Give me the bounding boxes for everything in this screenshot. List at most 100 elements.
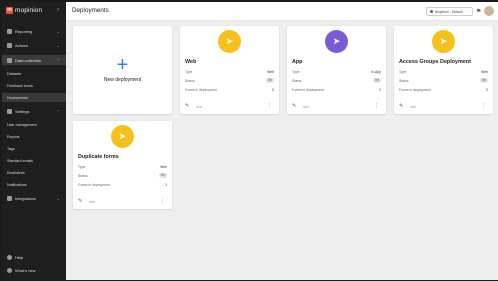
sidebar-item-settings[interactable]: Settings ⌃ bbox=[2, 106, 66, 116]
plus-icon: + bbox=[116, 54, 129, 76]
sidebar-sub-user-management[interactable]: User management bbox=[2, 120, 66, 129]
type-value: In-App bbox=[371, 70, 381, 74]
deployment-name: Web bbox=[185, 59, 197, 65]
rocket-icon: ➤ bbox=[325, 30, 348, 53]
page-title: Deployments bbox=[72, 7, 109, 14]
sidebar-item-label: Help bbox=[15, 254, 24, 260]
code-icon[interactable]: </> bbox=[196, 104, 202, 109]
rocket-icon: ➤ bbox=[432, 30, 455, 53]
sidebar-item-label: What's new bbox=[15, 267, 36, 273]
help-icon bbox=[7, 254, 12, 260]
status-label: Status bbox=[185, 79, 195, 83]
deployment-card[interactable]: ➤ Web Type Web Status On Forms in deployme… bbox=[180, 26, 279, 114]
rocket-icon: ➤ bbox=[111, 125, 134, 148]
sidebar-item-label: Data collection bbox=[15, 57, 42, 63]
bell-icon[interactable]: ⚑ bbox=[476, 8, 481, 15]
type-value: Web bbox=[481, 70, 488, 74]
plug-icon bbox=[7, 195, 12, 201]
status-badge: On bbox=[372, 78, 381, 83]
gear-icon bbox=[7, 108, 12, 114]
chevron-down-icon: ⌄ bbox=[56, 42, 60, 48]
sidebar-item-whats-new[interactable]: What's new bbox=[2, 265, 66, 275]
sidebar-item-help[interactable]: Help bbox=[2, 252, 66, 262]
account-selector[interactable]: Mopinion - Default bbox=[426, 7, 473, 16]
type-value: Web bbox=[160, 165, 167, 169]
account-label: Mopinion - Default bbox=[435, 9, 463, 14]
type-label: Type bbox=[292, 70, 300, 74]
logo-text: mopinion bbox=[15, 7, 43, 14]
sidebar-sub-datasets[interactable]: Datasets bbox=[2, 69, 66, 78]
account-icon bbox=[430, 10, 433, 13]
app-window: m mopinion ‹ Reporting ⌄ Actions ⌄ Data … bbox=[0, 0, 498, 281]
sidebar-sub-email-alerts[interactable]: Emailalerts bbox=[2, 168, 66, 177]
more-vertical-icon[interactable]: ⋮ bbox=[481, 103, 486, 109]
sidebar-item-integrations[interactable]: Integrations ⌄ bbox=[2, 193, 66, 203]
type-label: Type bbox=[399, 70, 407, 74]
chevron-up-icon: ⌃ bbox=[56, 57, 60, 63]
chart-icon bbox=[7, 28, 12, 34]
forms-count: 0 bbox=[272, 88, 274, 92]
code-icon[interactable]: </> bbox=[89, 199, 95, 204]
data-icon bbox=[7, 57, 12, 63]
chevron-left-icon[interactable]: ‹ bbox=[57, 7, 59, 13]
chevron-up-icon: ⌃ bbox=[56, 108, 60, 114]
forms-label: Forms in deployment bbox=[399, 88, 431, 92]
chevron-down-icon: ⌄ bbox=[56, 28, 60, 34]
megaphone-icon bbox=[7, 267, 12, 273]
type-label: Type bbox=[185, 70, 193, 74]
pencil-icon[interactable]: ✎ bbox=[78, 198, 82, 204]
status-badge: On bbox=[479, 78, 488, 83]
forms-label: Forms in deployment bbox=[185, 88, 217, 92]
pencil-icon[interactable]: ✎ bbox=[185, 103, 189, 109]
sidebar-sub-tags[interactable]: Tags bbox=[2, 144, 66, 153]
forms-label: Forms in deployment bbox=[292, 88, 324, 92]
forms-count: 1 bbox=[165, 183, 167, 187]
rocket-icon: ➤ bbox=[218, 30, 241, 53]
more-vertical-icon[interactable]: ⋮ bbox=[374, 103, 379, 109]
forms-count: 2 bbox=[379, 88, 381, 92]
code-icon[interactable]: </> bbox=[303, 104, 309, 109]
code-icon[interactable]: </> bbox=[410, 104, 416, 109]
deployment-card[interactable]: ➤ App Type In-App Status On Forms in deplo… bbox=[287, 26, 386, 114]
sidebar-sub-standard-emails[interactable]: Standard emails bbox=[2, 156, 66, 165]
more-vertical-icon[interactable]: ⋮ bbox=[267, 103, 272, 109]
more-vertical-icon[interactable]: ⋮ bbox=[160, 198, 165, 204]
pencil-icon[interactable]: ✎ bbox=[292, 103, 296, 109]
deployment-card[interactable]: ➤ Duplicate forms Type Web Status On Forms… bbox=[73, 121, 172, 209]
sidebar-item-label: Settings bbox=[15, 108, 30, 114]
sidebar-sub-reports[interactable]: Reports bbox=[2, 132, 66, 141]
avatar[interactable] bbox=[484, 6, 494, 16]
type-value: Web bbox=[267, 70, 274, 74]
sidebar: m mopinion ‹ Reporting ⌄ Actions ⌄ Data … bbox=[2, 2, 66, 280]
top-bar: Deployments Mopinion - Default ⚑ bbox=[66, 2, 498, 21]
status-label: Status bbox=[292, 79, 302, 83]
deployment-card[interactable]: ➤ Access Groups Deployment Type Web Statu… bbox=[394, 26, 493, 114]
type-label: Type bbox=[78, 165, 86, 169]
sidebar-item-label: Actions bbox=[15, 42, 29, 48]
status-badge: On bbox=[158, 173, 167, 178]
forms-label: Forms in deployment bbox=[78, 183, 110, 187]
deployment-name: Access Groups Deployment bbox=[399, 59, 471, 65]
status-label: Status bbox=[399, 79, 409, 83]
sidebar-sub-notifications[interactable]: Notifications bbox=[2, 180, 66, 189]
status-label: Status bbox=[78, 174, 88, 178]
sidebar-sub-feedback-forms[interactable]: Feedback forms bbox=[2, 81, 66, 90]
sidebar-item-actions[interactable]: Actions ⌄ bbox=[2, 40, 66, 50]
actions-icon bbox=[7, 42, 12, 48]
sidebar-item-label: Integrations bbox=[15, 195, 36, 201]
sidebar-item-data-collection[interactable]: Data collection ⌃ bbox=[2, 55, 66, 65]
deployment-name: App bbox=[292, 59, 303, 65]
status-badge: On bbox=[265, 78, 274, 83]
logo[interactable]: m mopinion bbox=[6, 6, 42, 15]
pencil-icon[interactable]: ✎ bbox=[399, 103, 403, 109]
deployment-name: Duplicate forms bbox=[78, 154, 119, 160]
sidebar-item-reporting[interactable]: Reporting ⌄ bbox=[2, 26, 66, 36]
logo-mark: m bbox=[6, 7, 13, 14]
sidebar-item-label: Reporting bbox=[15, 28, 33, 34]
new-deployment-card[interactable]: + New deployment bbox=[73, 26, 172, 114]
deployments-grid: + New deployment ➤ Web Type Web Status On … bbox=[66, 21, 498, 280]
forms-count: 0 bbox=[486, 88, 488, 92]
new-deployment-label: New deployment bbox=[103, 77, 142, 83]
sidebar-sub-deployments[interactable]: Deployments bbox=[2, 93, 66, 102]
chevron-down-icon: ⌄ bbox=[56, 195, 60, 201]
